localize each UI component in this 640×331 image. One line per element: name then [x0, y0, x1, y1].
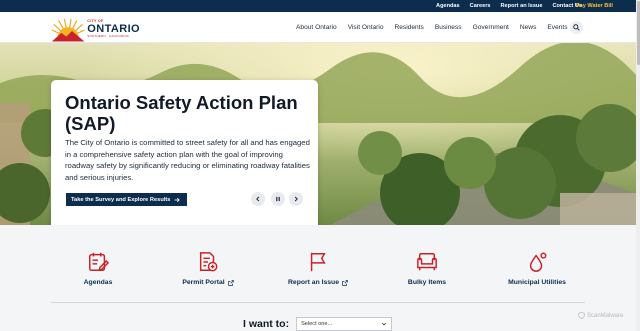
arrow-right-icon	[175, 197, 181, 202]
quick-link-agendas-label: Agendas	[83, 279, 113, 286]
quick-link-report-issue[interactable]: Report an Issue	[268, 251, 368, 286]
nav-news[interactable]: News	[520, 24, 537, 31]
hero-banner: Ontario Safety Action Plan (SAP) The Cit…	[0, 43, 636, 225]
nav-government[interactable]: Government	[473, 24, 509, 31]
slide-pause-button[interactable]	[271, 192, 285, 206]
page-scrollbar[interactable]	[636, 0, 640, 331]
i-want-to-selected: Select one...	[301, 321, 333, 327]
search-button[interactable]	[570, 21, 583, 34]
quick-link-bulky-items-label: Bulky Items	[407, 279, 447, 286]
agenda-icon	[89, 252, 109, 271]
quick-link-municipal-utilities-label: Municipal Utilities	[508, 279, 566, 286]
quick-links-section: Agendas Permit Portal Report an Issue Bu…	[0, 225, 636, 331]
quick-link-bulky-items[interactable]: Bulky Items	[377, 251, 477, 286]
hero-card: Ontario Safety Action Plan (SAP) The Cit…	[51, 80, 318, 225]
take-survey-label: Take the Survey and Explore Results	[71, 196, 171, 203]
sun-logo-icon	[51, 18, 85, 42]
scanmalware-badge: ScanMalware	[578, 312, 623, 319]
chevron-left-icon	[256, 196, 260, 202]
quick-link-permit-portal[interactable]: Permit Portal	[158, 251, 258, 286]
chevron-down-icon	[382, 322, 387, 326]
external-link-icon	[342, 279, 348, 286]
quick-link-agendas[interactable]: Agendas	[48, 251, 148, 286]
city-logo[interactable]: CITY OF ONTARIO SOUTHERN · CALIFORNIA	[50, 18, 140, 42]
pay-water-bill-link[interactable]: Pay Water Bill	[576, 3, 613, 9]
permit-icon	[199, 252, 218, 272]
slide-next-button[interactable]	[289, 192, 303, 206]
couch-icon	[417, 253, 437, 271]
utility-link-agendas[interactable]: Agendas	[436, 3, 460, 9]
utility-link-report-issue[interactable]: Report an Issue	[501, 3, 543, 9]
hero-title: Ontario Safety Action Plan (SAP)	[65, 92, 298, 134]
nav-events[interactable]: Events	[547, 24, 567, 31]
utility-bar: Agendas Careers Report an Issue Contact …	[0, 0, 636, 12]
slide-prev-button[interactable]	[251, 192, 265, 206]
shield-icon	[578, 312, 585, 319]
main-nav: About Ontario Visit Ontario Residents Bu…	[296, 12, 568, 43]
i-want-to-select[interactable]: Select one...	[296, 317, 393, 331]
logo-name: ONTARIO	[87, 22, 140, 35]
utility-link-careers[interactable]: Careers	[470, 3, 491, 9]
nav-about-ontario[interactable]: About Ontario	[296, 24, 337, 31]
quick-link-report-issue-label: Report an Issue	[288, 279, 339, 286]
quick-link-municipal-utilities[interactable]: Municipal Utilities	[487, 251, 587, 286]
external-link-icon	[227, 279, 234, 286]
water-drop-icon	[529, 252, 547, 272]
site-header: CITY OF ONTARIO SOUTHERN · CALIFORNIA Ab…	[0, 12, 636, 43]
logo-tagline: SOUTHERN · CALIFORNIA	[87, 34, 129, 39]
i-want-to-label: I want to:	[243, 318, 290, 330]
take-survey-button[interactable]: Take the Survey and Explore Results	[66, 193, 187, 206]
i-want-to-form: I want to: Select one...	[243, 317, 393, 331]
section-divider	[51, 302, 585, 303]
nav-visit-ontario[interactable]: Visit Ontario	[348, 24, 384, 31]
search-icon	[573, 24, 580, 31]
quick-link-permit-portal-label: Permit Portal	[182, 279, 225, 286]
hero-body: The City of Ontario is committed to stre…	[65, 138, 310, 182]
scanmalware-text: ScanMalware	[587, 312, 624, 319]
nav-business[interactable]: Business	[435, 24, 462, 31]
nav-residents[interactable]: Residents	[394, 24, 423, 31]
scrollbar-thumb[interactable]	[636, 1, 640, 65]
flag-icon	[310, 252, 326, 272]
chevron-right-icon	[294, 196, 298, 202]
pause-icon	[276, 196, 280, 202]
